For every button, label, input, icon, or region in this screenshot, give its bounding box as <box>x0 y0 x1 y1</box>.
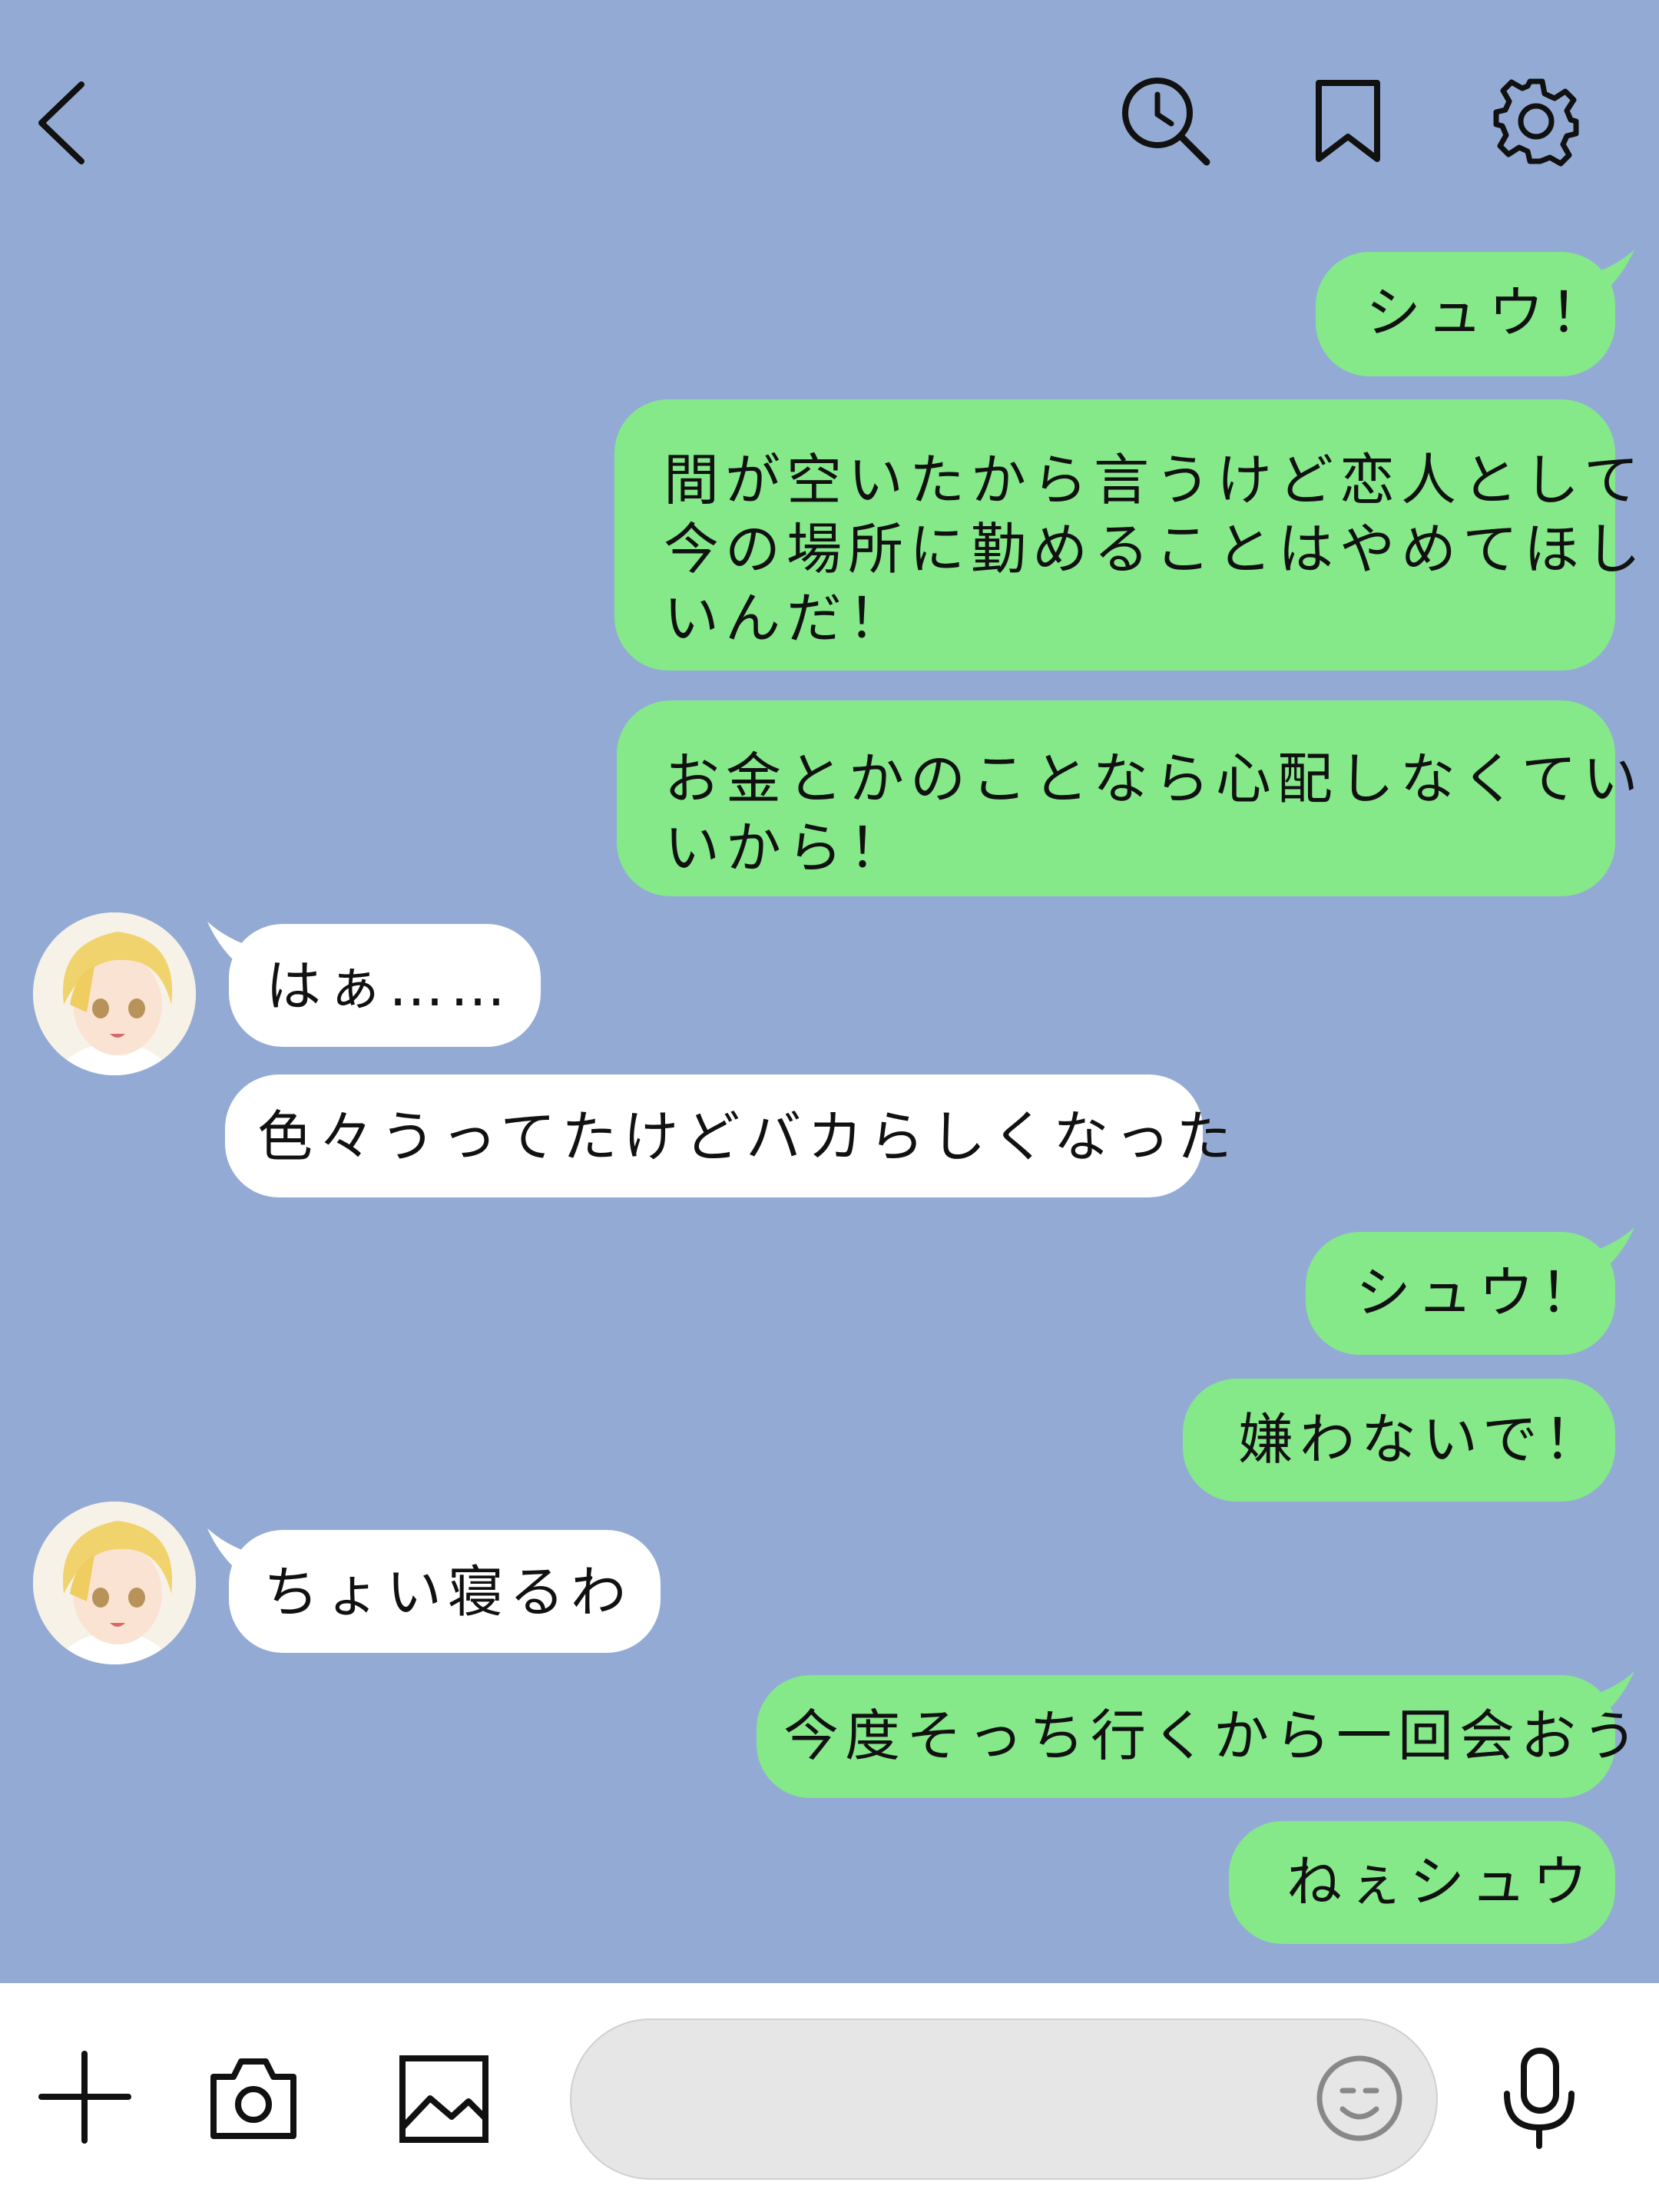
emoji-icon[interactable] <box>1315 2054 1404 2143</box>
outgoing-message: 嫌わないで！ <box>1183 1379 1615 1502</box>
plus-icon[interactable] <box>37 2049 133 2145</box>
message-line: 間が空いたから言うけど恋人として <box>664 448 1645 512</box>
contact-avatar[interactable] <box>33 912 196 1075</box>
search-history-icon[interactable] <box>1118 73 1214 169</box>
contact-avatar[interactable] <box>33 1502 196 1664</box>
message-text: はぁ…… <box>266 954 512 1018</box>
bubble-tail <box>1567 250 1634 297</box>
message-input[interactable] <box>570 2018 1438 2180</box>
camera-icon[interactable] <box>207 2054 300 2142</box>
settings-gear-icon[interactable] <box>1490 75 1582 167</box>
message-text: ちょい寝るわ <box>263 1560 633 1624</box>
message-text: シュウ！ <box>1356 1260 1602 1325</box>
outgoing-message: 間が空いたから言うけど恋人として 今の場所に勤めることはやめてほし いんだ！ <box>614 399 1641 671</box>
incoming-message: ちょい寝るわ <box>229 1530 661 1653</box>
message-line: お金とかのことなら心配しなくてい <box>664 747 1644 811</box>
bubble-tail <box>207 922 273 969</box>
incoming-message: 色々うってたけどバカらしくなった <box>225 1075 1231 1197</box>
message-input-bar <box>0 1983 1659 2212</box>
message-text: 嫌わないで！ <box>1238 1407 1605 1472</box>
message-line: いから！ <box>664 816 911 880</box>
outgoing-message: ねぇシュウ <box>1229 1821 1615 1944</box>
message-text: 今度そっち行くから一回会おう <box>783 1704 1644 1768</box>
message-line: 今の場所に勤めることはやめてほし <box>664 517 1647 581</box>
avatar-image <box>33 912 196 1075</box>
avatar-image <box>33 1502 196 1664</box>
bubble-tail <box>1567 1671 1634 1719</box>
microphone-icon[interactable] <box>1499 2046 1580 2150</box>
bubble-tail <box>207 1528 273 1576</box>
chat-header <box>0 0 1659 246</box>
outgoing-message: お金とかのことなら心配しなくてい いから！ <box>617 700 1638 896</box>
message-text: ねぇシュウ <box>1286 1849 1594 1914</box>
message-line: いんだ！ <box>664 586 910 651</box>
message-text: 色々うってたけどバカらしくなった <box>257 1104 1238 1169</box>
bookmark-icon[interactable] <box>1310 77 1386 165</box>
chevron-left-icon[interactable] <box>31 77 92 169</box>
bubble-tail <box>1567 1227 1634 1275</box>
image-icon[interactable] <box>398 2054 490 2144</box>
outgoing-message: 今度そっち行くから一回会おう <box>757 1675 1637 1798</box>
incoming-message: はぁ…… <box>229 924 541 1047</box>
